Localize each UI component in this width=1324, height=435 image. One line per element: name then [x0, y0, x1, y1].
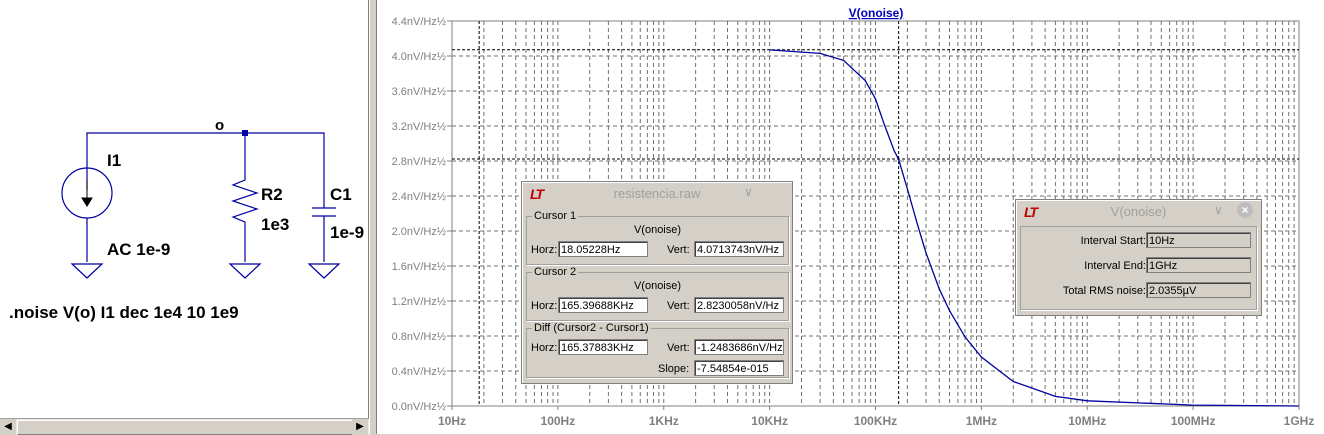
total-rms-label: Total RMS noise: [1062, 285, 1146, 297]
rms-group: Interval Start: 10Hz Interval End: 1GHz … [1020, 226, 1257, 310]
node-label[interactable]: o [215, 117, 224, 134]
x-tick-label: 10MHz [1068, 414, 1106, 428]
cursor1-label: Cursor 1 [532, 210, 579, 222]
cursor1-group: Cursor 1 V(onoise) Horz: 18.05228Hz Vert… [526, 210, 789, 265]
schematic-editor[interactable]: o I1 AC 1e-9 R2 1e3 C1 1e-9 .noise V(o) … [0, 0, 369, 418]
pane-splitter[interactable] [369, 0, 377, 434]
wire-top[interactable] [86, 132, 325, 190]
diff-vert-label: Vert: [667, 342, 690, 354]
cursor2-label: Cursor 2 [532, 266, 579, 278]
x-tick-label: 100MHz [1171, 414, 1216, 428]
cursor-window-titlebar[interactable]: LT resistencia.raw ∨ [522, 182, 792, 204]
cursor2-horz-field[interactable]: 165.39688KHz [558, 297, 648, 313]
interval-start-label: Interval Start: [1080, 235, 1146, 247]
interval-end-label: Interval End: [1084, 260, 1146, 272]
source-name[interactable]: I1 [107, 151, 121, 170]
cursor2-trace: V(onoise) [633, 280, 682, 292]
y-tick-label: 3.6nV/Hz½ [392, 86, 446, 98]
x-tick-label: 10KHz [751, 414, 788, 428]
diff-label: Diff (Cursor2 - Cursor1) [532, 322, 651, 334]
y-tick-label: 1.2nV/Hz½ [392, 296, 446, 308]
rms-noise-window[interactable]: LT V(onoise) ∨ × Interval Start: 10Hz In… [1015, 199, 1262, 316]
y-tick-label: 0.8nV/Hz½ [392, 331, 446, 343]
y-tick-label: 4.4nV/Hz½ [392, 16, 446, 28]
cursor1-vert-label: Vert: [667, 244, 690, 256]
y-tick-label: 2.8nV/Hz½ [392, 156, 446, 168]
cursor2-horz-label: Horz: [531, 300, 558, 312]
diff-group: Diff (Cursor2 - Cursor1) Horz: 165.37883… [526, 322, 789, 378]
y-tick-label: 0.0nV/Hz½ [392, 401, 446, 413]
cursor2-group: Cursor 2 V(onoise) Horz: 165.39688KHz Ve… [526, 266, 789, 321]
close-icon[interactable]: × [1237, 202, 1253, 218]
interval-start-field[interactable]: 10Hz [1146, 232, 1251, 248]
diff-slope-field[interactable]: -7.54854e-015 [694, 360, 784, 376]
scroll-thumb[interactable] [17, 420, 353, 435]
interval-end-field[interactable]: 1GHz [1146, 257, 1251, 273]
ground-symbol [307, 263, 341, 279]
x-tick-label: 1KHz [649, 414, 679, 428]
cursor1-vert-field[interactable]: 4.0713743nV/Hz [694, 241, 784, 257]
y-tick-label: 4.0nV/Hz½ [392, 51, 446, 63]
rms-window-title: V(onoise) [1110, 204, 1167, 219]
trace-title[interactable]: V(onoise) [849, 6, 904, 20]
source-value[interactable]: AC 1e-9 [107, 240, 170, 259]
chevron-down-icon[interactable]: ∨ [744, 185, 753, 199]
y-tick-label: 1.6nV/Hz½ [392, 261, 446, 273]
x-tick-label: 100KHz [854, 414, 897, 428]
resistor-symbol[interactable] [231, 175, 259, 262]
diff-horz-label: Horz: [531, 342, 558, 354]
spice-directive[interactable]: .noise V(o) I1 dec 1e4 10 1e9 [9, 303, 239, 322]
cursor2-vert-label: Vert: [667, 300, 690, 312]
resistor-value[interactable]: 1e3 [261, 215, 289, 234]
rms-window-titlebar[interactable]: LT V(onoise) ∨ × [1016, 200, 1261, 222]
diff-horz-field[interactable]: 165.37883KHz [558, 339, 648, 355]
ground-symbol [70, 263, 104, 279]
y-tick-label: 2.0nV/Hz½ [392, 226, 446, 238]
scroll-right-icon[interactable]: ▶ [352, 419, 368, 435]
cursor1-horz-field[interactable]: 18.05228Hz [558, 241, 648, 257]
current-arrow-head-icon [81, 197, 93, 207]
scroll-left-icon[interactable]: ◀ [0, 419, 16, 435]
diff-vert-field[interactable]: -1.2483686nV/Hz [694, 339, 784, 355]
capacitor-name[interactable]: C1 [330, 185, 352, 204]
x-tick-label: 1GHz [1284, 414, 1315, 428]
capacitor-value[interactable]: 1e-9 [330, 223, 364, 242]
schematic-canvas[interactable]: o I1 AC 1e-9 R2 1e3 C1 1e-9 .noise V(o) … [0, 0, 368, 418]
x-tick-label: 10Hz [438, 414, 466, 428]
cursor1-trace: V(onoise) [633, 224, 682, 236]
chevron-down-icon[interactable]: ∨ [1214, 203, 1223, 217]
diff-slope-label: Slope: [658, 363, 690, 375]
ground-symbol [228, 263, 262, 279]
cursor2-vert-field[interactable]: 2.8230058nV/Hz [694, 297, 784, 313]
cursor-window[interactable]: LT resistencia.raw ∨ Cursor 1 V(onoise) … [521, 181, 793, 384]
y-tick-label: 2.4nV/Hz½ [392, 191, 446, 203]
resistor-name[interactable]: R2 [261, 185, 283, 204]
y-tick-label: 3.2nV/Hz½ [392, 121, 446, 133]
cursor1-horz-label: Horz: [531, 244, 558, 256]
x-tick-label: 1MHz [966, 414, 997, 428]
x-tick-label: 100Hz [541, 414, 576, 428]
y-tick-label: 0.4nV/Hz½ [392, 366, 446, 378]
horizontal-scrollbar[interactable]: ◀ ▶ [0, 418, 369, 435]
node-junction[interactable] [242, 130, 248, 136]
total-rms-field[interactable]: 2.0355µV [1146, 282, 1251, 298]
